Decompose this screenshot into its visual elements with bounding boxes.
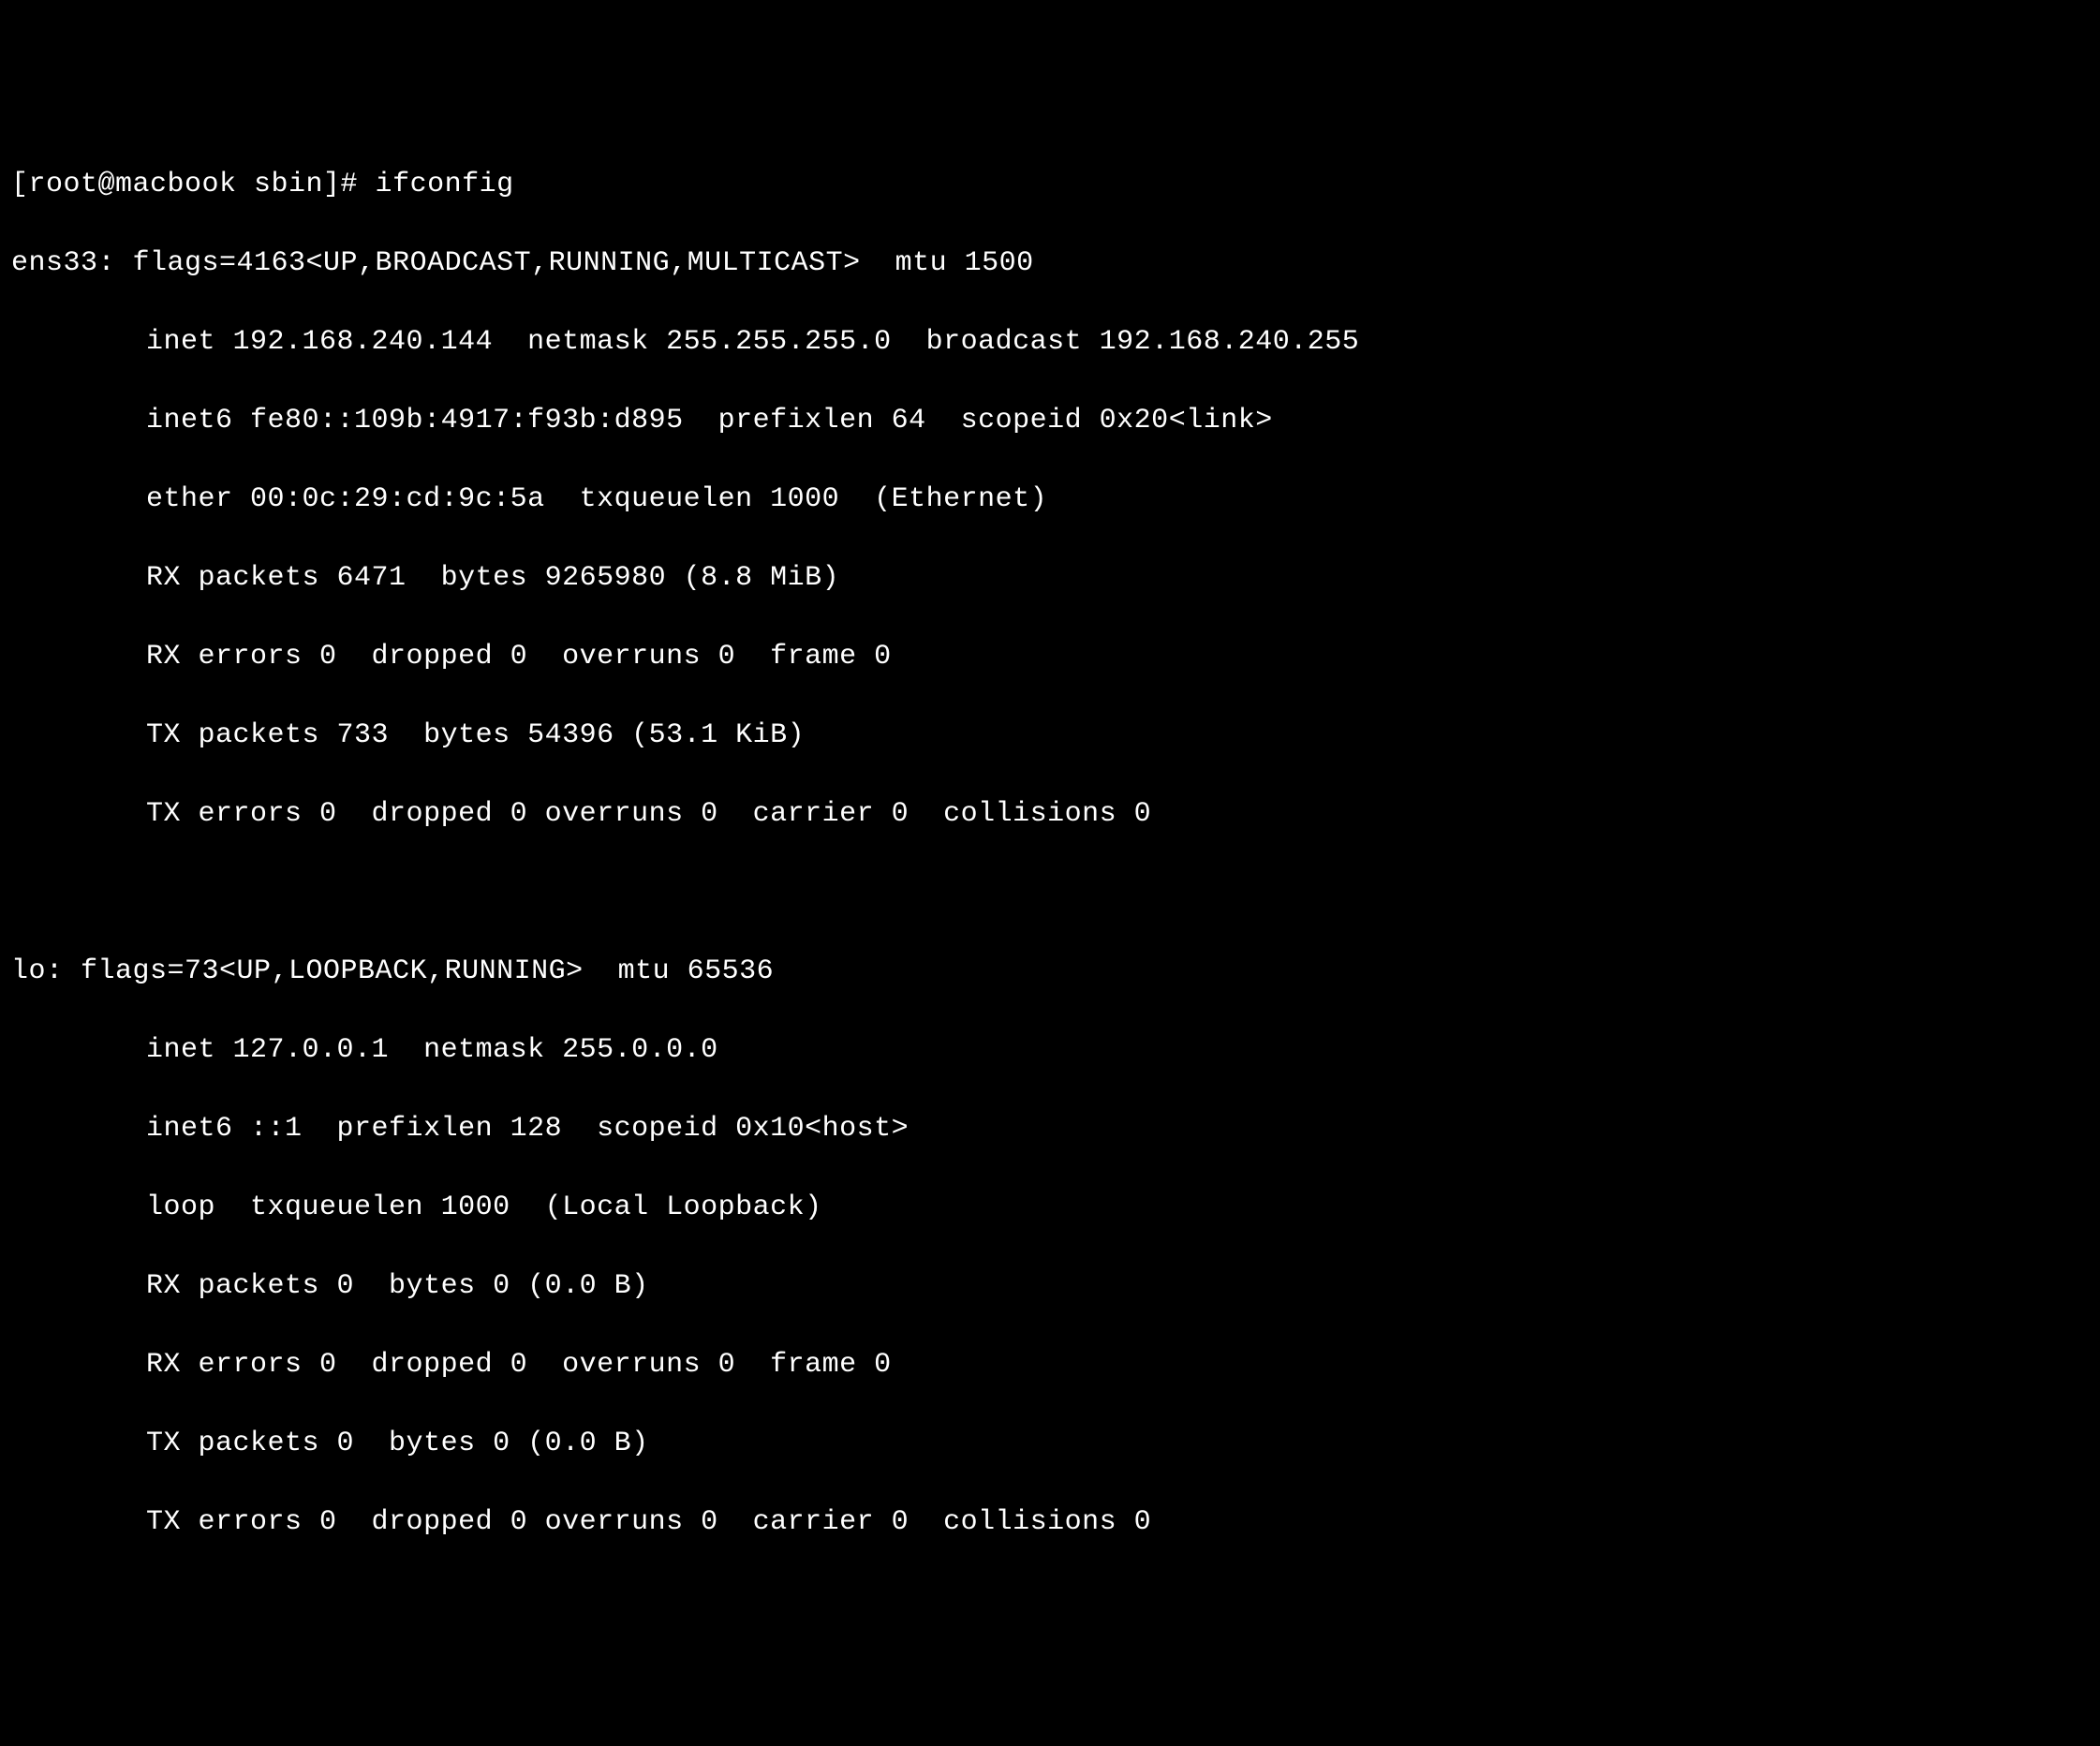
shell-prompt-line[interactable]: [root@macbook sbin]# ifconfig <box>11 165 2089 204</box>
iface-lo-rx-errors: RX errors 0 dropped 0 overruns 0 frame 0 <box>11 1345 2089 1384</box>
iface-ens33-ether: ether 00:0c:29:cd:9c:5a txqueuelen 1000 … <box>11 480 2089 519</box>
iface-ens33-rx-packets: RX packets 6471 bytes 9265980 (8.8 MiB) <box>11 558 2089 598</box>
blank-line <box>11 873 2089 912</box>
iface-ens33-inet: inet 192.168.240.144 netmask 255.255.255… <box>11 322 2089 362</box>
iface-lo-tx-packets: TX packets 0 bytes 0 (0.0 B) <box>11 1424 2089 1463</box>
iface-lo-tx-errors: TX errors 0 dropped 0 overruns 0 carrier… <box>11 1502 2089 1542</box>
iface-lo-inet6: inet6 ::1 prefixlen 128 scopeid 0x10<hos… <box>11 1109 2089 1148</box>
iface-lo-rx-packets: RX packets 0 bytes 0 (0.0 B) <box>11 1266 2089 1306</box>
iface-lo-inet: inet 127.0.0.1 netmask 255.0.0.0 <box>11 1030 2089 1070</box>
iface-ens33-inet6: inet6 fe80::109b:4917:f93b:d895 prefixle… <box>11 401 2089 440</box>
iface-lo-link: loop txqueuelen 1000 (Local Loopback) <box>11 1188 2089 1227</box>
iface-ens33-tx-errors: TX errors 0 dropped 0 overruns 0 carrier… <box>11 794 2089 834</box>
iface-ens33-rx-errors: RX errors 0 dropped 0 overruns 0 frame 0 <box>11 637 2089 676</box>
iface-ens33-header: ens33: flags=4163<UP,BROADCAST,RUNNING,M… <box>11 244 2089 283</box>
iface-ens33-tx-packets: TX packets 733 bytes 54396 (53.1 KiB) <box>11 716 2089 755</box>
iface-lo-header: lo: flags=73<UP,LOOPBACK,RUNNING> mtu 65… <box>11 952 2089 991</box>
